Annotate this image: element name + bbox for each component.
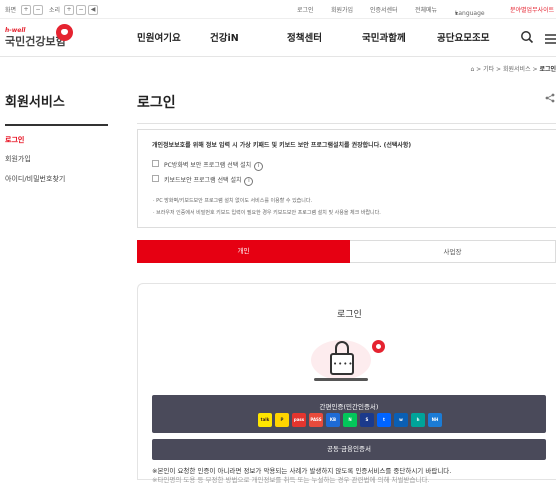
simple-auth-button[interactable]: 간편인증(민간인증서) talk Ppass PASS KB N St w h NH bbox=[152, 395, 546, 433]
keyboard-security-checkbox[interactable] bbox=[152, 175, 159, 182]
sidebar-item-find-id[interactable]: 아이디/비밀번호찾기 bbox=[5, 174, 65, 184]
samsung-cert-icon[interactable]: pass bbox=[292, 413, 306, 427]
sidebar-item-login[interactable]: 로그인 bbox=[5, 135, 24, 145]
info-icon[interactable]: i bbox=[254, 162, 264, 171]
breadcrumb: ⌂ > 기타 > 회원서비스 > 로그인 bbox=[470, 66, 556, 73]
firewall-option: PC방화벽 보안 프로그램 선택 설치 i bbox=[164, 160, 264, 171]
simple-auth-label: 간편인증(민간인증서) bbox=[319, 403, 379, 411]
gnb-item-together[interactable]: 국민과함께 bbox=[362, 30, 406, 44]
gnb-item-policy[interactable]: 정책센터 bbox=[287, 30, 322, 44]
util-link-all-menu[interactable]: 전체메뉴 bbox=[415, 5, 437, 14]
zoom-out-button[interactable]: − bbox=[33, 5, 43, 15]
screen-zoom-label: 화면 bbox=[5, 7, 17, 14]
menu-icon[interactable] bbox=[545, 30, 556, 44]
screen-zoom-controls: + − bbox=[19, 5, 43, 15]
toss-cert-icon[interactable]: t bbox=[377, 413, 391, 427]
naver-cert-icon[interactable]: N bbox=[343, 413, 357, 427]
gnb-item-health-in[interactable]: 건강iN bbox=[210, 30, 239, 44]
share-icon[interactable] bbox=[545, 93, 555, 103]
header-divider bbox=[0, 56, 556, 57]
volume-down-button[interactable]: − bbox=[76, 5, 86, 15]
sound-label: 소리 bbox=[49, 7, 61, 14]
security-warning-2: ※타인명의 도용 등 부정한 방법으로 개인정보를 취득 또는 누설하는 경우 … bbox=[152, 476, 430, 484]
speaker-icon[interactable]: ◀ bbox=[88, 5, 98, 15]
nhis-badge-icon bbox=[370, 338, 387, 355]
page-title: 로그인 bbox=[137, 95, 176, 111]
password-dots-icon: •••• bbox=[333, 360, 354, 368]
breadcrumb-item[interactable]: 기타 bbox=[483, 66, 494, 73]
sidebar-item-join[interactable]: 회원가입 bbox=[5, 154, 31, 164]
joint-cert-button[interactable]: 공동·금융인증서 bbox=[152, 439, 546, 460]
firewall-option-label: PC방화벽 보안 프로그램 선택 설치 bbox=[164, 162, 252, 169]
keyboard-security-option-label: 키보드보안 프로그램 선택 설치 bbox=[164, 177, 242, 184]
volume-up-button[interactable]: + bbox=[64, 5, 74, 15]
tab-personal[interactable]: 개인 bbox=[137, 240, 350, 263]
security-notice-heading: 개인정보보호를 위해 정보 입력 시 가상 키패드 및 키보드 보안 프로그램설… bbox=[152, 142, 412, 149]
nh-cert-icon[interactable]: NH bbox=[428, 413, 442, 427]
caret-down-icon: ▾ bbox=[455, 10, 459, 17]
home-icon[interactable]: ⌂ bbox=[470, 66, 474, 73]
kakao-cert-icon[interactable]: talk bbox=[258, 413, 272, 427]
kb-cert-icon[interactable]: KB bbox=[326, 413, 340, 427]
logo-mark-icon bbox=[56, 24, 73, 41]
tab-business[interactable]: 사업장 bbox=[350, 240, 556, 263]
field-sites-link[interactable]: 분야별업무사이트 bbox=[510, 5, 554, 14]
info-icon[interactable]: i bbox=[244, 177, 254, 186]
breadcrumb-item[interactable]: 회원서비스 bbox=[503, 66, 531, 73]
payco-cert-icon[interactable]: P bbox=[275, 413, 289, 427]
sound-controls: + − ◀ bbox=[62, 5, 98, 15]
laptop-base-icon bbox=[314, 378, 368, 381]
gnb-item-civil[interactable]: 민원여기요 bbox=[137, 30, 181, 44]
util-link-cert-center[interactable]: 인증서센터 bbox=[370, 5, 398, 14]
notice-bullet: · PC 방화벽/키보드보안 프로그램 설치 없이도 서비스를 이용할 수 있습… bbox=[153, 198, 313, 204]
breadcrumb-item-current: 로그인 bbox=[539, 66, 556, 73]
zoom-in-button[interactable]: + bbox=[21, 5, 31, 15]
notice-bullet: · 브라우저 인증에서 비밀번호 키보드 입력이 필요한 경우 키보드보안 프로… bbox=[153, 210, 381, 216]
pass-cert-icon[interactable]: PASS bbox=[309, 413, 323, 427]
keyboard-security-option: 키보드보안 프로그램 선택 설치 i bbox=[164, 175, 254, 186]
utility-bar: 화면 + − 소리 + − ◀ 로그인 회원가입 인증서센터 전체메뉴 Languag… bbox=[0, 0, 556, 19]
firewall-checkbox[interactable] bbox=[152, 160, 159, 167]
search-icon[interactable] bbox=[520, 29, 534, 44]
shinhan-cert-icon[interactable]: S bbox=[360, 413, 374, 427]
gnb-item-about[interactable]: 공단요모조모 bbox=[437, 30, 489, 44]
woori-cert-icon[interactable]: w bbox=[394, 413, 408, 427]
title-divider bbox=[137, 123, 556, 124]
sidebar-title: 회원서비스 bbox=[5, 95, 65, 110]
util-link-join[interactable]: 회원가입 bbox=[331, 5, 353, 14]
sidebar-divider bbox=[5, 124, 108, 126]
hana-cert-icon[interactable]: h bbox=[411, 413, 425, 427]
login-panel-title: 로그인 bbox=[337, 310, 362, 320]
util-link-login[interactable]: 로그인 bbox=[297, 5, 314, 14]
cert-provider-icons: talk Ppass PASS KB N St w h NH bbox=[258, 413, 445, 427]
language-label: Language bbox=[455, 10, 485, 17]
